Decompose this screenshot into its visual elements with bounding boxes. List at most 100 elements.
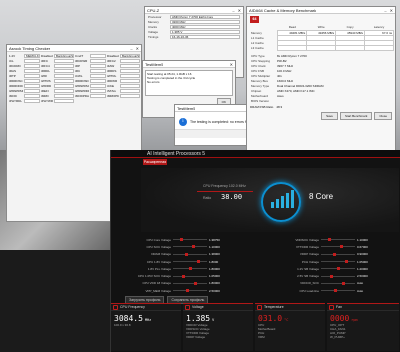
timing-value[interactable] (120, 89, 140, 93)
timing-value[interactable] (120, 64, 140, 68)
slider-handle[interactable] (194, 281, 198, 285)
voltage-slider[interactable] (173, 252, 207, 256)
voltage-value[interactable]: 0.67000 (357, 245, 381, 249)
slider-handle[interactable] (179, 238, 183, 242)
voltage-slider[interactable] (173, 274, 207, 278)
slider-handle[interactable] (189, 267, 193, 271)
timing-value[interactable]: MEMCLK Ratio (24, 54, 40, 58)
slider-handle[interactable] (197, 260, 201, 264)
voltage-slider[interactable] (173, 245, 207, 249)
timing-value[interactable] (90, 84, 106, 88)
voltage-slider[interactable] (321, 289, 355, 293)
timing-value[interactable] (54, 99, 74, 103)
voltage-value[interactable]: 1.38750 (209, 238, 233, 242)
timing-value[interactable] (90, 59, 106, 63)
timing-value[interactable] (90, 64, 106, 68)
slider-handle[interactable] (186, 289, 190, 293)
slider-handle[interactable] (332, 252, 336, 256)
timing-value[interactable] (90, 89, 106, 93)
timing-value[interactable] (54, 64, 74, 68)
voltage-value[interactable]: Auto (357, 289, 381, 293)
voltage-slider[interactable] (173, 281, 207, 285)
voltage-value[interactable]: 1.10000 (209, 245, 233, 249)
voltage-slider[interactable] (173, 289, 207, 293)
panel-header[interactable]: CPU Frequency (111, 304, 181, 311)
start-benchmark-button[interactable]: Start Benchmark (339, 111, 373, 120)
timing-value[interactable] (90, 79, 106, 83)
timing-value[interactable] (120, 79, 140, 83)
tm5-titlebar[interactable]: TestMem5 ✕ (143, 61, 235, 68)
timing-value[interactable] (90, 54, 106, 58)
voltage-slider[interactable] (321, 267, 355, 271)
timing-value[interactable] (90, 94, 106, 98)
timing-value[interactable]: BankGroupSwapAlt (120, 54, 140, 58)
voltage-value[interactable]: Auto (357, 281, 381, 285)
timing-value[interactable] (120, 59, 140, 63)
timing-value[interactable] (24, 99, 40, 103)
voltage-slider[interactable] (321, 260, 355, 264)
timing-value[interactable] (54, 79, 74, 83)
save-button[interactable]: Save (321, 111, 338, 120)
tab-advanced[interactable]: Расширенная (143, 159, 167, 165)
slider-handle[interactable] (337, 267, 341, 271)
voltage-value[interactable]: 2.50000 (209, 289, 233, 293)
voltage-value[interactable]: 1.38000 (209, 252, 233, 256)
slider-handle[interactable] (181, 274, 185, 278)
slider-handle[interactable] (184, 252, 188, 256)
voltage-value[interactable]: 0.90000 (357, 252, 381, 256)
timing-value[interactable] (54, 89, 74, 93)
timing-value[interactable] (24, 89, 40, 93)
voltage-value[interactable]: 1.80000 (209, 267, 233, 271)
timing-value[interactable] (120, 94, 140, 98)
panel-header[interactable]: Fan (327, 304, 399, 311)
slider-handle[interactable] (192, 245, 196, 249)
minimize-icon[interactable]: – (232, 8, 234, 13)
timing-value[interactable] (54, 74, 74, 78)
slider-handle[interactable] (345, 260, 349, 264)
voltage-slider[interactable] (173, 267, 207, 271)
timing-value[interactable] (24, 94, 40, 98)
timing-value[interactable] (120, 69, 140, 73)
minimize-icon[interactable]: – (384, 8, 386, 13)
voltage-slider[interactable] (321, 245, 355, 249)
close-icon[interactable]: ✕ (230, 62, 233, 67)
close-icon[interactable]: ✕ (238, 8, 241, 13)
timing-value[interactable] (24, 69, 40, 73)
slider-handle[interactable] (329, 274, 333, 278)
timing-value[interactable]: BankGroupSwap (54, 54, 74, 58)
voltage-slider[interactable] (321, 274, 355, 278)
timing-checker-titlebar[interactable]: Asrock Timing Checker – ✕ (7, 45, 141, 52)
voltage-value[interactable]: 2.50000 (357, 274, 381, 278)
timing-value[interactable] (24, 84, 40, 88)
timing-value[interactable] (24, 59, 40, 63)
minimize-icon[interactable]: – (130, 46, 132, 51)
voltage-value[interactable]: 1.20000 (357, 267, 381, 271)
aida-titlebar[interactable]: AIDA64 Cache & Memory Benchmark – ✕ (247, 7, 395, 14)
voltage-slider[interactable] (173, 238, 207, 242)
panel-header[interactable]: Voltage (183, 304, 253, 311)
slider-handle[interactable] (334, 289, 338, 293)
timing-value[interactable] (54, 69, 74, 73)
close-icon[interactable]: ✕ (390, 8, 393, 13)
slider-handle[interactable] (342, 281, 346, 285)
timing-value[interactable] (24, 79, 40, 83)
slider-handle[interactable] (327, 238, 331, 242)
panel-header[interactable]: Temperature (255, 304, 325, 311)
cpuz-titlebar[interactable]: CPU-Z – ✕ (145, 7, 243, 14)
close-icon[interactable]: ✕ (136, 46, 139, 51)
voltage-value[interactable]: 1.05000 (357, 260, 381, 264)
voltage-value[interactable]: 1.8000 (209, 260, 233, 264)
voltage-slider[interactable] (321, 238, 355, 242)
voltage-slider[interactable] (321, 252, 355, 256)
frequency-slider[interactable] (197, 191, 253, 192)
slider-handle[interactable] (340, 245, 344, 249)
timing-value[interactable] (120, 84, 140, 88)
voltage-value[interactable]: 1.10000 (357, 238, 381, 242)
voltage-slider[interactable] (173, 260, 207, 264)
voltage-value[interactable]: 1.80000 (209, 281, 233, 285)
timing-value[interactable] (24, 64, 40, 68)
voltage-value[interactable]: 1.05000 (209, 274, 233, 278)
timing-value[interactable] (24, 74, 40, 78)
timing-value[interactable] (90, 74, 106, 78)
timing-value[interactable] (54, 94, 74, 98)
